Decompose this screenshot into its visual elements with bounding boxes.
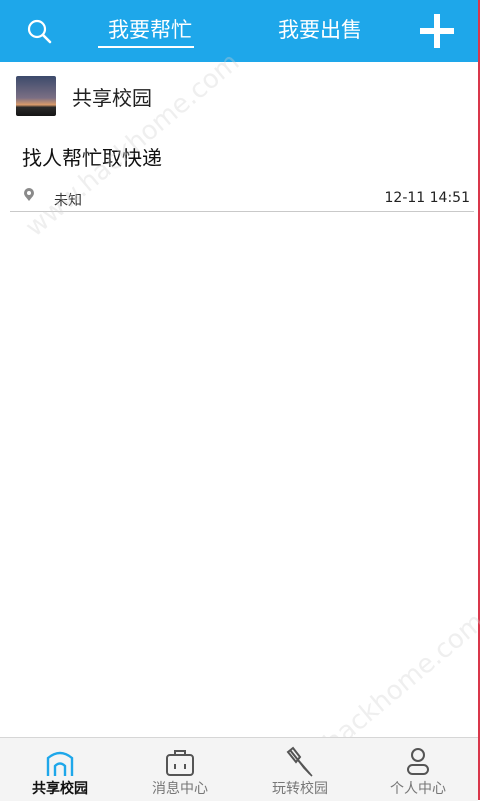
search-icon[interactable] bbox=[26, 18, 52, 44]
nav-item-explore[interactable]: 玩转校园 bbox=[240, 738, 360, 801]
plus-icon[interactable] bbox=[420, 14, 454, 48]
tab-sell[interactable]: 我要出售 bbox=[270, 14, 370, 46]
post-divider bbox=[10, 211, 474, 212]
bottom-nav: 共享校园 消息中心 玩转校园 个人中心 bbox=[0, 737, 478, 801]
top-header: 我要帮忙 我要出售 bbox=[0, 0, 478, 62]
nav-label-profile: 个人中心 bbox=[390, 781, 446, 797]
nav-item-profile[interactable]: 个人中心 bbox=[358, 738, 478, 801]
campus-home-icon bbox=[46, 751, 74, 776]
person-icon bbox=[407, 748, 429, 775]
avatar[interactable] bbox=[16, 76, 56, 116]
location-pin-icon bbox=[24, 188, 34, 201]
post-username: 共享校园 bbox=[72, 86, 152, 110]
post-location: 未知 bbox=[54, 193, 82, 209]
message-bag-icon bbox=[166, 750, 194, 776]
tab-help[interactable]: 我要帮忙 bbox=[100, 14, 200, 46]
nav-label-messages: 消息中心 bbox=[152, 781, 208, 797]
nav-item-campus[interactable]: 共享校园 bbox=[0, 738, 120, 801]
post-title: 找人帮忙取快递 bbox=[22, 146, 162, 170]
tab-active-underline bbox=[98, 46, 194, 48]
post-card[interactable]: 共享校园 找人帮忙取快递 未知 12-11 14:51 bbox=[0, 62, 478, 212]
nav-label-campus: 共享校园 bbox=[32, 781, 88, 797]
nav-label-explore: 玩转校园 bbox=[272, 781, 328, 797]
post-time: 12-11 14:51 bbox=[384, 190, 470, 206]
nav-item-messages[interactable]: 消息中心 bbox=[120, 738, 240, 801]
pen-explore-icon bbox=[286, 746, 313, 777]
